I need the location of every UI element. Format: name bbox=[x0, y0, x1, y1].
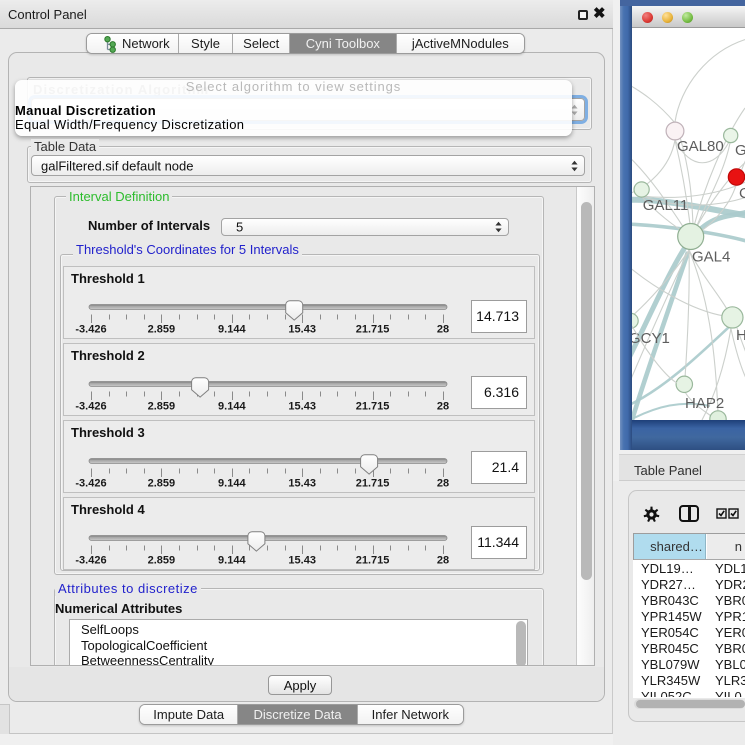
svg-text:9.144: 9.144 bbox=[218, 324, 246, 336]
svg-text:21.715: 21.715 bbox=[356, 324, 390, 336]
svg-text:C: C bbox=[739, 185, 745, 202]
svg-text:28: 28 bbox=[437, 554, 449, 566]
svg-text:21.715: 21.715 bbox=[356, 554, 390, 566]
svg-text:15.43: 15.43 bbox=[288, 324, 316, 336]
svg-text:-3.426: -3.426 bbox=[75, 324, 106, 336]
svg-text:21.715: 21.715 bbox=[356, 477, 390, 489]
svg-text:HAP2: HAP2 bbox=[685, 395, 724, 412]
svg-text:GCY1: GCY1 bbox=[632, 330, 670, 347]
svg-text:28: 28 bbox=[437, 477, 449, 489]
svg-text:9.144: 9.144 bbox=[218, 401, 246, 413]
svg-text:21.715: 21.715 bbox=[356, 401, 390, 413]
svg-text:2.859: 2.859 bbox=[148, 324, 176, 336]
svg-text:15.43: 15.43 bbox=[288, 554, 316, 566]
svg-text:2.859: 2.859 bbox=[148, 554, 176, 566]
svg-text:9.144: 9.144 bbox=[218, 554, 246, 566]
svg-text:-3.426: -3.426 bbox=[75, 401, 106, 413]
svg-text:2.859: 2.859 bbox=[148, 477, 176, 489]
svg-text:15.43: 15.43 bbox=[288, 401, 316, 413]
svg-text:GAL80: GAL80 bbox=[677, 138, 724, 155]
svg-text:-3.426: -3.426 bbox=[75, 554, 106, 566]
svg-text:-3.426: -3.426 bbox=[75, 477, 106, 489]
svg-text:G: G bbox=[735, 142, 745, 159]
svg-text:28: 28 bbox=[437, 324, 449, 336]
svg-text:GAL11: GAL11 bbox=[643, 197, 689, 214]
svg-text:15.43: 15.43 bbox=[288, 477, 316, 489]
svg-text:2.859: 2.859 bbox=[148, 401, 176, 413]
svg-text:9.144: 9.144 bbox=[218, 477, 246, 489]
svg-text:H: H bbox=[736, 327, 745, 344]
svg-text:GAL4: GAL4 bbox=[692, 249, 730, 266]
svg-text:28: 28 bbox=[437, 401, 449, 413]
